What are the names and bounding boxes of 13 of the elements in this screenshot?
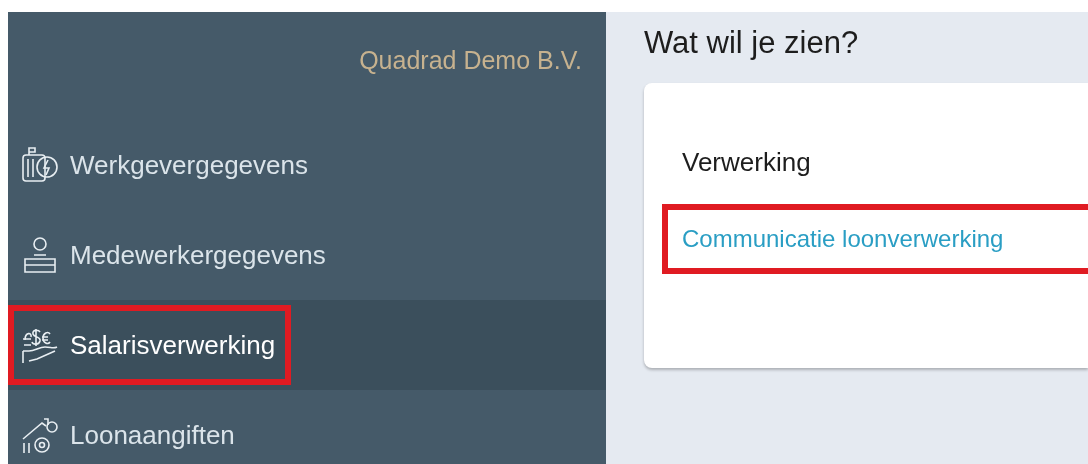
sidebar-item[interactable]: Loonaangiften bbox=[8, 390, 606, 464]
sidebar-item[interactable]: Medewerkergegevens bbox=[8, 210, 606, 300]
sidebar-item-label: Medewerkergegevens bbox=[70, 238, 326, 272]
sidebar-item[interactable]: Salarisverwerking bbox=[8, 300, 606, 390]
sidebar-item-label: Loonaangiften bbox=[70, 418, 235, 452]
building-icon bbox=[20, 145, 60, 185]
company-name: Quadrad Demo B.V. bbox=[359, 45, 582, 76]
communication-link[interactable]: Communicatie loonverwerking bbox=[682, 220, 1004, 257]
card-heading: Verwerking bbox=[681, 145, 812, 179]
sidebar-item-label: Salarisverwerking bbox=[70, 328, 276, 362]
sidebar-item[interactable]: Werkgevergegevens bbox=[8, 120, 606, 210]
sidebar-item-label: Werkgevergegevens bbox=[70, 148, 308, 182]
page-title: Wat wil je zien? bbox=[644, 24, 860, 62]
